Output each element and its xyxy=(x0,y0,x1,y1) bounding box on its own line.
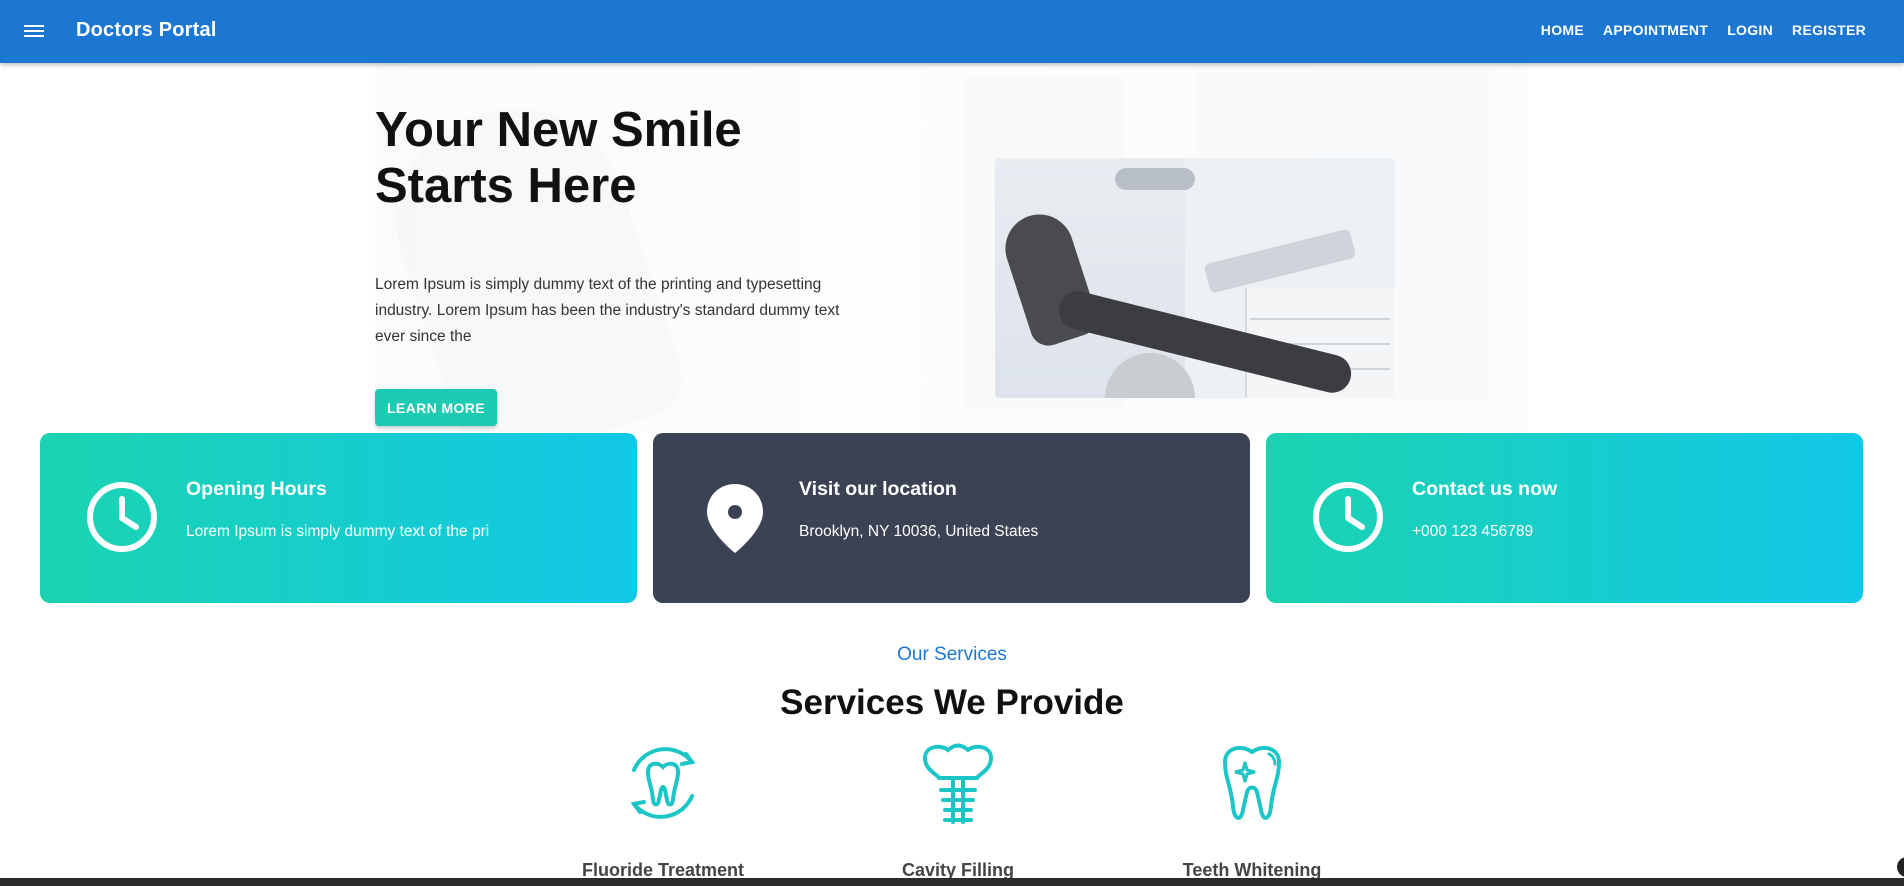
hero-description: Lorem Ipsum is simply dummy text of the … xyxy=(375,276,840,345)
nav-home-link[interactable]: HOME xyxy=(1541,22,1584,38)
learn-more-button[interactable]: LEARN MORE xyxy=(375,389,497,426)
service-item-cavity[interactable]: Cavity Filling xyxy=(848,740,1068,880)
tooth-implant-icon xyxy=(922,743,994,824)
top-nav: HOME APPOINTMENT LOGIN REGISTER xyxy=(1541,22,1866,38)
menu-icon[interactable] xyxy=(24,22,46,40)
location-card: Visit our location Brooklyn, NY 10036, U… xyxy=(653,433,1250,603)
contact-card: Contact us now +000 123 456789 xyxy=(1266,433,1863,603)
tooth-refresh-icon xyxy=(630,747,696,819)
service-item-whitening[interactable]: Teeth Whitening xyxy=(1142,740,1362,880)
location-pin-icon xyxy=(707,484,763,553)
card-description: +000 123 456789 xyxy=(1412,523,1534,540)
hero-title: Your New Smile Starts Here xyxy=(375,102,795,214)
card-title: Opening Hours xyxy=(186,478,327,500)
nav-login-link[interactable]: LOGIN xyxy=(1727,22,1773,38)
services-title: Services We Provide xyxy=(780,683,1124,722)
card-title: Visit our location xyxy=(799,478,957,500)
bottom-bar xyxy=(0,878,1904,886)
service-item-fluoride[interactable]: Fluoride Treatment xyxy=(553,740,773,880)
card-description: Lorem Ipsum is simply dummy text of the … xyxy=(186,523,490,540)
nav-appointment-link[interactable]: APPOINTMENT xyxy=(1603,22,1708,38)
services-subtitle: Our Services xyxy=(897,644,1007,665)
app-bar: Doctors Portal HOME APPOINTMENT LOGIN RE… xyxy=(0,0,1904,63)
card-description: Brooklyn, NY 10036, United States xyxy=(799,523,1039,540)
nav-register-link[interactable]: REGISTER xyxy=(1792,22,1866,38)
app-title[interactable]: Doctors Portal xyxy=(76,19,217,42)
opening-hours-card: Opening Hours Lorem Ipsum is simply dumm… xyxy=(40,433,637,603)
clock-icon xyxy=(1313,482,1383,552)
hero-title-line2: Starts Here xyxy=(375,159,637,213)
dental-chair-image xyxy=(995,158,1395,398)
tooth-sparkle-icon xyxy=(1222,745,1282,820)
card-title: Contact us now xyxy=(1412,478,1558,500)
clock-icon xyxy=(87,482,157,552)
floating-action-button[interactable] xyxy=(1897,857,1904,877)
hero-title-line1: Your New Smile xyxy=(375,103,742,157)
